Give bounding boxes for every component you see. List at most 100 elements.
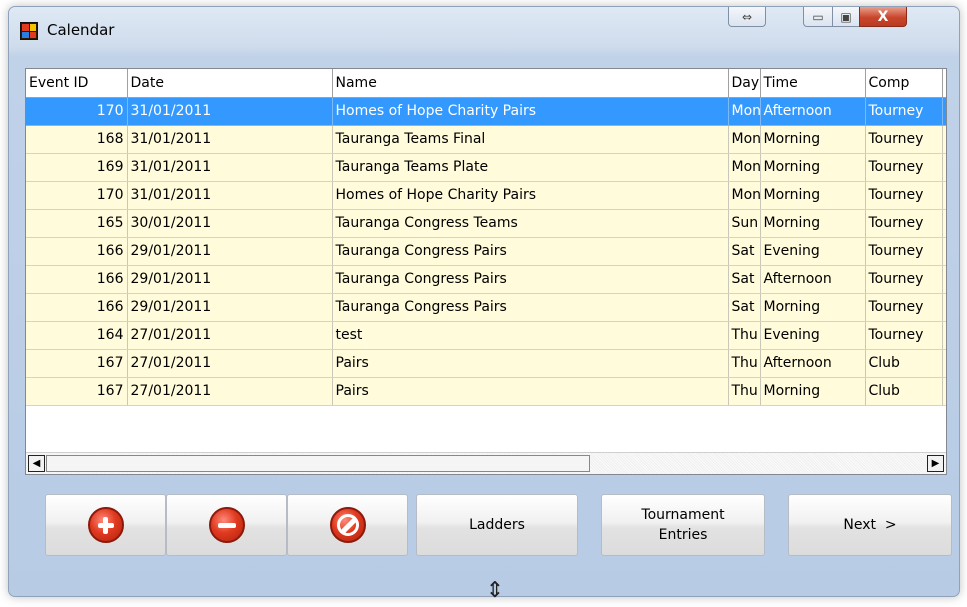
table-cell-event-id: 165 [26,209,128,238]
table-cell-comp: Tourney [865,265,943,294]
ladders-button[interactable]: Ladders [416,494,578,556]
table-row[interactable]: 166 29/01/2011 Tauranga Congress Pairs Sat M… [26,293,946,322]
table-cell-date: 31/01/2011 [127,97,333,126]
table-cell-date: 27/01/2011 [127,377,333,406]
table-cell-name: Homes of Hope Charity Pairs [332,97,729,126]
table-cell-event-id: 164 [26,321,128,350]
table-cell-comp: Tourney [865,181,943,210]
table-cell-day: Thu [728,349,761,378]
events-table: Event ID Date Name Day Time Comp 170 31/01/201… [26,69,946,406]
table-cell-day: Mon [728,97,761,126]
table-cell-extra [942,265,946,294]
events-table-viewport: Event ID Date Name Day Time Comp 170 31/01/201… [26,69,946,454]
remove-event-button[interactable] [166,494,287,556]
column-header[interactable]: Comp [865,69,943,98]
table-cell-name: test [332,321,729,350]
table-row[interactable]: 168 31/01/2011 Tauranga Teams Final Mon Morn… [26,125,946,154]
table-cell-date: 29/01/2011 [127,293,333,322]
table-cell-date: 29/01/2011 [127,237,333,266]
table-header-row: Event ID Date Name Day Time Comp [26,69,946,98]
column-header[interactable] [942,69,946,98]
column-header[interactable]: Name [332,69,729,98]
horizontal-scrollbar[interactable]: ◀ ▶ [26,452,946,474]
table-cell-date: 29/01/2011 [127,265,333,294]
table-row[interactable]: 167 27/01/2011 Pairs Thu Afternoon Club [26,349,946,378]
scroll-right-arrow-icon[interactable]: ▶ [927,455,944,472]
table-cell-comp: Tourney [865,293,943,322]
table-body: 170 31/01/2011 Homes of Hope Charity Pairs… [26,97,946,406]
table-cell-extra [942,181,946,210]
table-cell-extra [942,321,946,350]
minimize-button[interactable]: ▭ [803,7,833,27]
next-label: Next > [843,517,897,533]
minus-circle-icon [208,507,245,543]
wrench-circle-icon [329,507,366,543]
table-cell-extra [942,125,946,154]
scroll-thumb[interactable] [46,455,590,472]
calendar-window: Calendar ⇔ ▭ ▣ X Event ID Date Name Day Time… [8,6,960,597]
table-cell-time: Morning [760,181,866,210]
table-row[interactable]: 165 30/01/2011 Tauranga Congress Teams Sun M… [26,209,946,238]
table-cell-comp: Tourney [865,321,943,350]
table-row[interactable]: 166 29/01/2011 Tauranga Congress Pairs Sat E… [26,237,946,266]
ladders-label: Ladders [469,517,525,533]
resize-window-button[interactable]: ⇔ [728,7,766,27]
edit-event-button[interactable] [287,494,408,556]
table-cell-event-id: 166 [26,265,128,294]
events-grid[interactable]: Event ID Date Name Day Time Comp 170 31/01/201… [25,68,947,475]
table-cell-day: Sat [728,237,761,266]
table-cell-time: Morning [760,293,866,322]
table-cell-date: 31/01/2011 [127,125,333,154]
table-cell-day: Sat [728,293,761,322]
table-row[interactable]: 169 31/01/2011 Tauranga Teams Plate Mon Morn… [26,153,946,182]
table-cell-day: Mon [728,181,761,210]
table-cell-comp: Tourney [865,237,943,266]
table-cell-event-id: 170 [26,181,128,210]
table-cell-day: Thu [728,377,761,406]
table-row[interactable]: 167 27/01/2011 Pairs Thu Morning Club [26,377,946,406]
table-cell-comp: Club [865,349,943,378]
table-row[interactable]: 170 31/01/2011 Homes of Hope Charity Pairs… [26,97,946,126]
table-cell-date: 30/01/2011 [127,209,333,238]
table-cell-time: Morning [760,377,866,406]
table-cell-name: Tauranga Teams Plate [332,153,729,182]
column-header[interactable]: Date [127,69,333,98]
table-cell-extra [942,97,946,126]
maximize-button[interactable]: ▣ [832,7,860,27]
table-cell-name: Tauranga Congress Pairs [332,293,729,322]
table-cell-extra [942,349,946,378]
column-header[interactable]: Event ID [26,69,128,98]
table-row[interactable]: 170 31/01/2011 Homes of Hope Charity Pairs… [26,181,946,210]
next-button[interactable]: Next > [788,494,952,556]
table-cell-event-id: 167 [26,377,128,406]
table-cell-day: Sun [728,209,761,238]
table-cell-day: Thu [728,321,761,350]
add-event-button[interactable] [45,494,166,556]
tournament-entries-label: Tournament Entries [641,507,725,543]
table-cell-day: Mon [728,153,761,182]
table-cell-time: Morning [760,209,866,238]
table-cell-day: Mon [728,125,761,154]
tournament-entries-button[interactable]: Tournament Entries [601,494,765,556]
table-cell-name: Pairs [332,349,729,378]
table-cell-date: 31/01/2011 [127,153,333,182]
title-bar[interactable]: Calendar ⇔ ▭ ▣ X [9,7,959,53]
table-cell-comp: Tourney [865,209,943,238]
table-cell-comp: Tourney [865,125,943,154]
column-header[interactable]: Time [760,69,866,98]
table-cell-comp: Club [865,377,943,406]
table-cell-time: Evening [760,237,866,266]
table-cell-name: Pairs [332,377,729,406]
column-header[interactable]: Day [728,69,761,98]
table-cell-event-id: 169 [26,153,128,182]
scroll-left-arrow-icon[interactable]: ◀ [28,455,45,472]
table-row[interactable]: 166 29/01/2011 Tauranga Congress Pairs Sat A… [26,265,946,294]
table-cell-comp: Tourney [865,153,943,182]
table-row[interactable]: 164 27/01/2011 test Thu Evening Tourney [26,321,946,350]
table-cell-time: Afternoon [760,97,866,126]
table-cell-time: Morning [760,153,866,182]
table-cell-event-id: 166 [26,237,128,266]
close-button[interactable]: X [859,7,907,27]
table-cell-time: Morning [760,125,866,154]
resize-grip-icon[interactable]: ⇕ [486,573,504,607]
